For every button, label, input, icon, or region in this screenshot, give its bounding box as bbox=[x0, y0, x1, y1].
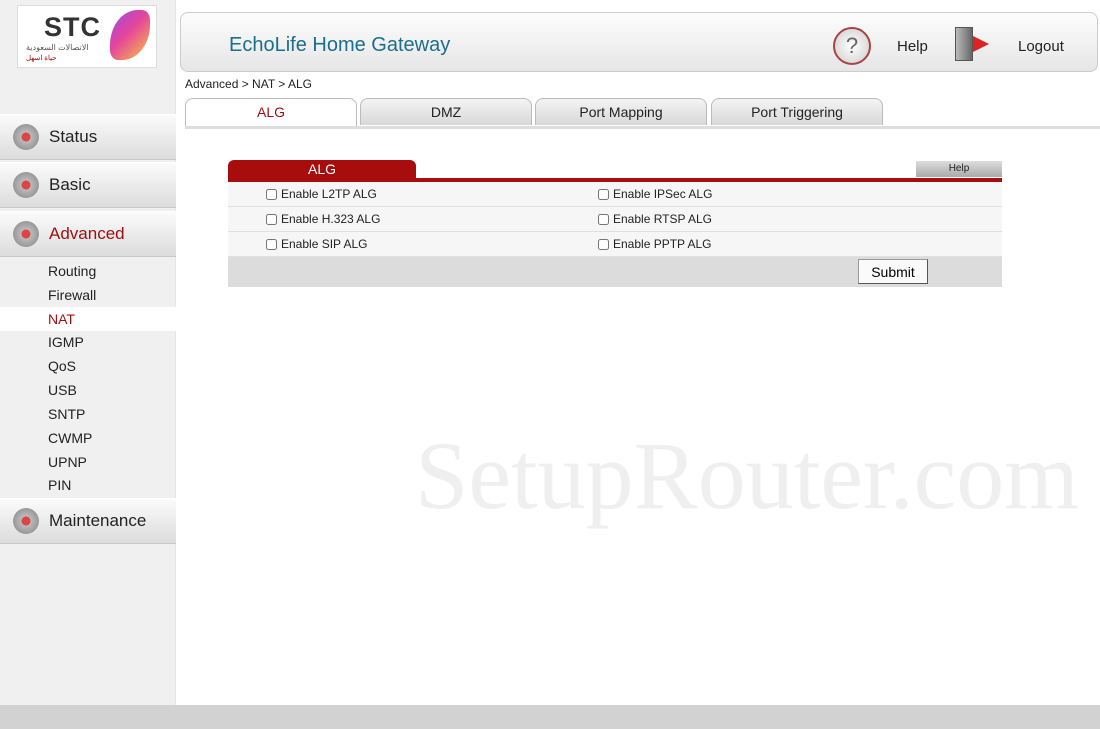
h323-alg-option[interactable]: Enable H.323 ALG bbox=[266, 212, 380, 226]
watermark: SetupRouter.com bbox=[415, 422, 1079, 529]
help-link[interactable]: Help bbox=[897, 38, 928, 55]
subitem-routing[interactable]: Routing bbox=[0, 259, 176, 283]
option-label: Enable SIP ALG bbox=[281, 237, 368, 251]
subitem-nat[interactable]: NAT bbox=[0, 307, 176, 331]
sidebar-item-label: Basic bbox=[49, 175, 91, 194]
h323-alg-checkbox[interactable] bbox=[266, 213, 277, 225]
advanced-icon bbox=[11, 219, 41, 249]
sidebar: STC الاتصالات السعودية حياة اسهل Status … bbox=[0, 0, 176, 705]
subitem-igmp[interactable]: IGMP bbox=[0, 330, 176, 354]
subitem-upnp[interactable]: UPNP bbox=[0, 450, 176, 474]
logout-icon[interactable] bbox=[955, 27, 995, 61]
logo-arabic: الاتصالات السعودية bbox=[26, 43, 89, 52]
option-row: Enable SIP ALG Enable PPTP ALG bbox=[228, 232, 1002, 257]
help-icon[interactable]: ? bbox=[833, 27, 871, 65]
sip-alg-option[interactable]: Enable SIP ALG bbox=[266, 237, 368, 251]
tab-divider bbox=[185, 126, 1100, 129]
option-row: Enable H.323 ALG Enable RTSP ALG bbox=[228, 207, 1002, 232]
app-title: EchoLife Home Gateway bbox=[229, 34, 451, 56]
maintenance-icon bbox=[11, 506, 41, 536]
status-icon bbox=[11, 122, 41, 152]
pptp-alg-option[interactable]: Enable PPTP ALG bbox=[598, 237, 712, 251]
sidebar-item-label: Status bbox=[49, 127, 98, 146]
sidebar-item-label: Maintenance bbox=[49, 511, 147, 530]
tab-alg[interactable]: ALG bbox=[185, 98, 357, 127]
l2tp-alg-option[interactable]: Enable L2TP ALG bbox=[266, 187, 377, 201]
stc-logo: STC الاتصالات السعودية حياة اسهل bbox=[17, 5, 157, 68]
panel-title: ALG bbox=[228, 160, 416, 179]
sidebar-item-basic[interactable]: Basic bbox=[0, 162, 176, 208]
tab-port-mapping[interactable]: Port Mapping bbox=[535, 98, 707, 125]
sidebar-item-label: Advanced bbox=[49, 224, 125, 243]
footer-bar bbox=[0, 705, 1100, 729]
panel-footer: Submit bbox=[228, 257, 1002, 287]
logout-link[interactable]: Logout bbox=[1018, 38, 1064, 55]
subitem-firewall[interactable]: Firewall bbox=[0, 283, 176, 307]
option-label: Enable H.323 ALG bbox=[281, 212, 381, 226]
sidebar-item-status[interactable]: Status bbox=[0, 114, 176, 160]
subitem-usb[interactable]: USB bbox=[0, 378, 176, 402]
gear-icon bbox=[11, 170, 41, 200]
submit-button[interactable]: Submit bbox=[858, 259, 928, 284]
subitem-cwmp[interactable]: CWMP bbox=[0, 426, 176, 450]
rtsp-alg-option[interactable]: Enable RTSP ALG bbox=[598, 212, 712, 226]
pptp-alg-checkbox[interactable] bbox=[598, 238, 609, 250]
option-label: Enable RTSP ALG bbox=[613, 212, 712, 226]
panel-help-button[interactable]: Help bbox=[916, 161, 1002, 177]
subitem-pin[interactable]: PIN bbox=[0, 473, 176, 497]
ipsec-alg-option[interactable]: Enable IPSec ALG bbox=[598, 187, 712, 201]
option-row: Enable L2TP ALG Enable IPSec ALG bbox=[228, 182, 1002, 207]
option-label: Enable L2TP ALG bbox=[281, 187, 377, 201]
sidebar-item-maintenance[interactable]: Maintenance bbox=[0, 498, 176, 544]
logo-slogan: حياة اسهل bbox=[26, 55, 57, 62]
tab-dmz[interactable]: DMZ bbox=[360, 98, 532, 125]
subitem-qos[interactable]: QoS bbox=[0, 354, 176, 378]
option-label: Enable PPTP ALG bbox=[613, 237, 712, 251]
l2tp-alg-checkbox[interactable] bbox=[266, 188, 277, 200]
sidebar-item-advanced[interactable]: Advanced bbox=[0, 211, 176, 257]
tab-port-triggering[interactable]: Port Triggering bbox=[711, 98, 883, 125]
logo-swirl-icon bbox=[110, 10, 150, 60]
header: EchoLife Home Gateway ? Help Logout bbox=[180, 12, 1098, 72]
breadcrumb: Advanced > NAT > ALG bbox=[185, 77, 312, 91]
rtsp-alg-checkbox[interactable] bbox=[598, 213, 609, 225]
sip-alg-checkbox[interactable] bbox=[266, 238, 277, 250]
subitem-sntp[interactable]: SNTP bbox=[0, 402, 176, 426]
option-label: Enable IPSec ALG bbox=[613, 187, 713, 201]
logo-text: STC bbox=[44, 12, 101, 42]
ipsec-alg-checkbox[interactable] bbox=[598, 188, 609, 200]
